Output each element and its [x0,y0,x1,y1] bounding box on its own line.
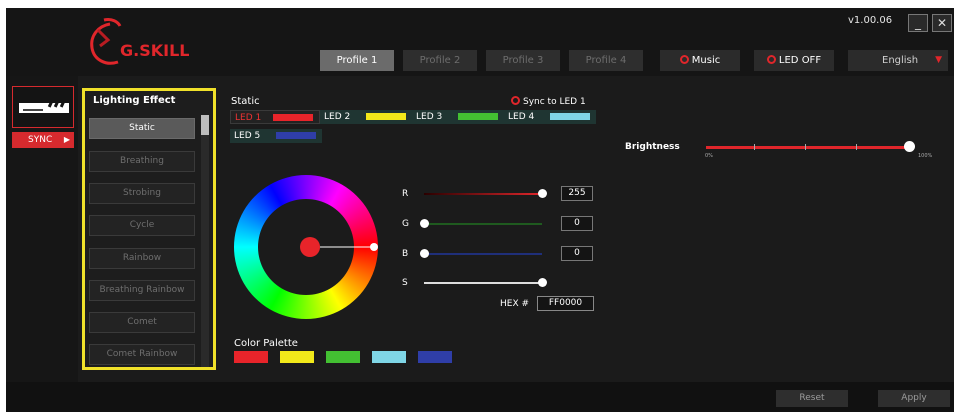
brightness-slider-track[interactable] [706,146,910,149]
sync-label: SYNC [28,135,53,145]
gskill-logo: G.SKILL [90,18,189,65]
apply-button[interactable]: Apply [878,390,950,407]
effect-item-cycle[interactable]: Cycle [89,215,195,236]
version-label: v1.00.06 [848,15,893,26]
led-5-swatch [276,132,316,139]
hex-label: HEX # [500,299,530,309]
color-wheel[interactable] [232,173,380,321]
tab-profile-4[interactable]: Profile 4 [569,50,643,71]
led-3-swatch [458,113,498,120]
music-ring-icon [679,55,689,64]
hex-input[interactable]: FF0000 [537,296,594,311]
led-1-label: LED 1 [235,113,262,123]
led-5-label: LED 5 [234,131,261,141]
language-select[interactable]: English ▼ [848,50,948,71]
palette-swatch-yellow[interactable] [280,351,314,363]
tab-profile-2[interactable]: Profile 2 [403,50,477,71]
tab-profile-3[interactable]: Profile 3 [486,50,560,71]
effect-item-static[interactable]: Static [89,118,195,139]
effect-item-strobing[interactable]: Strobing [89,183,195,204]
saturation-slider-track[interactable] [424,282,542,284]
green-value-input[interactable]: 0 [561,216,593,231]
blue-slider-knob[interactable] [420,249,429,258]
red-slider-track[interactable] [424,193,542,195]
red-label: R [402,189,409,199]
led-2-label: LED 2 [324,112,351,122]
device-thumbnail[interactable] [12,86,74,128]
color-palette-label: Color Palette [234,338,298,349]
saturation-slider-knob[interactable] [538,278,547,287]
footer-bar: Reset Apply [6,382,954,412]
blue-label: B [402,249,409,259]
device-sidebar: SYNC ▶ [6,76,78,382]
led-4-label: LED 4 [508,112,535,122]
effect-item-breathing-rainbow[interactable]: Breathing Rainbow [89,280,195,301]
effect-item-rainbow[interactable]: Rainbow [89,248,195,269]
saturation-label: S [402,278,408,288]
lighting-effect-panel: Lighting Effect Static Breathing Strobin… [82,88,216,370]
app-window: G.SKILL v1.00.06 _ ✕ Profile 1 Profile 2… [6,8,954,412]
led-3-label: LED 3 [416,112,443,122]
led-2-swatch [366,113,406,120]
palette-swatch-green[interactable] [326,351,360,363]
brightness-slider-knob[interactable] [904,141,915,152]
blue-slider-track[interactable] [424,253,542,255]
close-button[interactable]: ✕ [932,14,952,32]
palette-swatch-cyan[interactable] [372,351,406,363]
brightness-max-label: 100% [918,153,933,159]
music-button[interactable]: Music [660,50,740,71]
green-slider-knob[interactable] [420,219,429,228]
hue-handle[interactable] [370,243,378,251]
ram-module-icon [19,101,69,113]
palette-swatch-red[interactable] [234,351,268,363]
blue-value-input[interactable]: 0 [561,246,593,261]
effect-item-comet[interactable]: Comet [89,312,195,333]
language-value: English [882,55,919,66]
led-1-swatch [273,114,313,121]
effect-scrollbar[interactable] [201,115,209,367]
led-chip-3[interactable]: LED 3 [412,110,504,124]
svg-text:G.SKILL: G.SKILL [120,41,189,60]
led-4-swatch [550,113,590,120]
brightness-label: Brightness [625,142,680,152]
effect-item-breathing[interactable]: Breathing [89,151,195,172]
sync-radio-icon [511,96,520,105]
red-value-input[interactable]: 255 [561,186,593,201]
led-off-button[interactable]: LED OFF [754,50,834,71]
green-slider-track[interactable] [424,223,542,225]
tab-profile-1[interactable]: Profile 1 [320,50,394,71]
brightness-tick [805,144,806,150]
led-chip-2[interactable]: LED 2 [320,110,412,124]
scrollbar-thumb[interactable] [201,115,209,135]
mode-label: Static [231,96,260,107]
brightness-tick [754,144,755,150]
lighting-effect-title: Lighting Effect [93,95,176,106]
title-bar: G.SKILL v1.00.06 _ ✕ Profile 1 Profile 2… [6,8,954,76]
brightness-tick [856,144,857,150]
led-off-label: LED OFF [778,55,822,66]
palette-swatch-blue[interactable] [418,351,452,363]
red-slider-knob[interactable] [538,189,547,198]
led-chip-1[interactable]: LED 1 [230,110,320,124]
sync-button[interactable]: SYNC ▶ [12,132,74,148]
reset-button[interactable]: Reset [776,390,848,407]
led-off-ring-icon [766,55,776,64]
selected-color-dot [300,237,320,257]
minimize-button[interactable]: _ [908,14,928,32]
arrow-right-icon: ▶ [63,135,70,144]
effect-item-comet-rainbow[interactable]: Comet Rainbow [89,344,195,365]
music-label: Music [691,55,721,66]
chevron-down-icon: ▼ [935,55,942,65]
sync-to-led1-label: Sync to LED 1 [523,97,586,107]
green-label: G [402,219,409,229]
led-chip-5[interactable]: LED 5 [230,129,322,143]
sync-to-led1-toggle[interactable]: Sync to LED 1 [511,96,586,107]
brightness-min-label: 0% [705,153,713,159]
led-chip-4[interactable]: LED 4 [504,110,596,124]
